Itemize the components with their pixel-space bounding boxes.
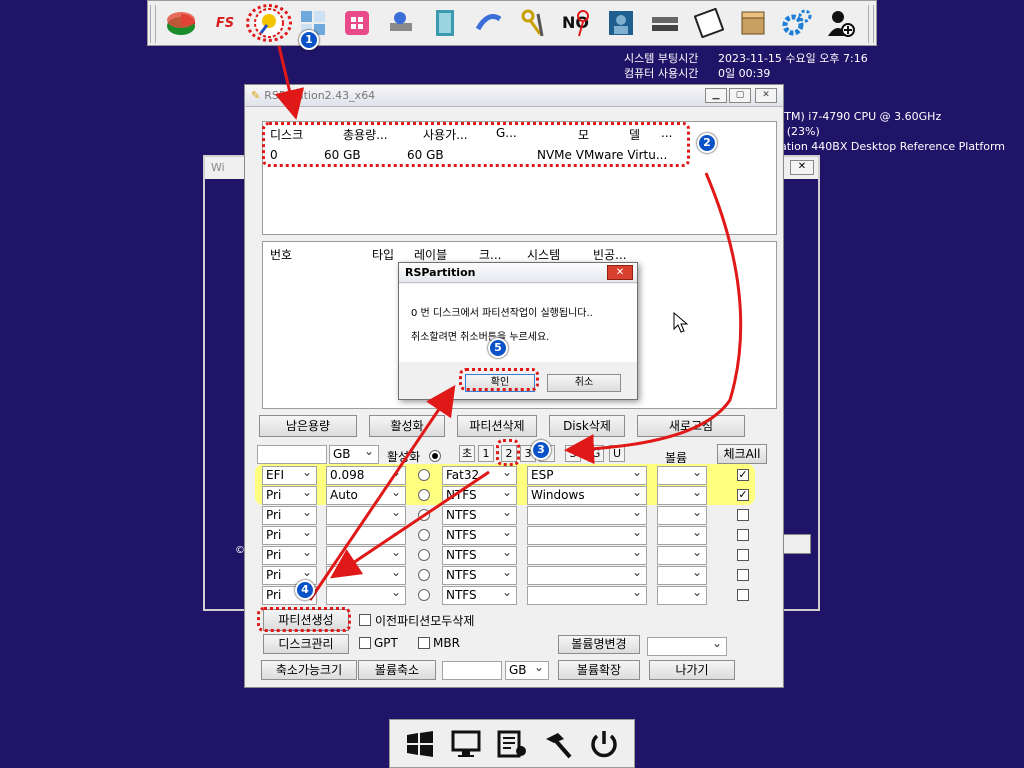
task-list-icon[interactable] (494, 726, 530, 762)
step-badge-4: 4 (295, 580, 315, 600)
bottom-toolbar (389, 719, 635, 768)
arrow-3 (330, 470, 490, 579)
annotation-arrows (274, 45, 743, 601)
arrow-4 (308, 385, 456, 601)
power-icon[interactable] (586, 726, 622, 762)
windows-logo-icon[interactable] (402, 726, 438, 762)
hammer-icon[interactable] (540, 726, 576, 762)
monitor-settings-icon[interactable] (448, 726, 484, 762)
step-badge-2: 2 (697, 133, 717, 153)
step-badge-1: 1 (299, 30, 319, 50)
step-badge-3: 3 (531, 440, 551, 460)
arrow-2 (564, 172, 743, 465)
step-badge-5: 5 (488, 338, 508, 358)
arrow-1 (274, 45, 305, 120)
